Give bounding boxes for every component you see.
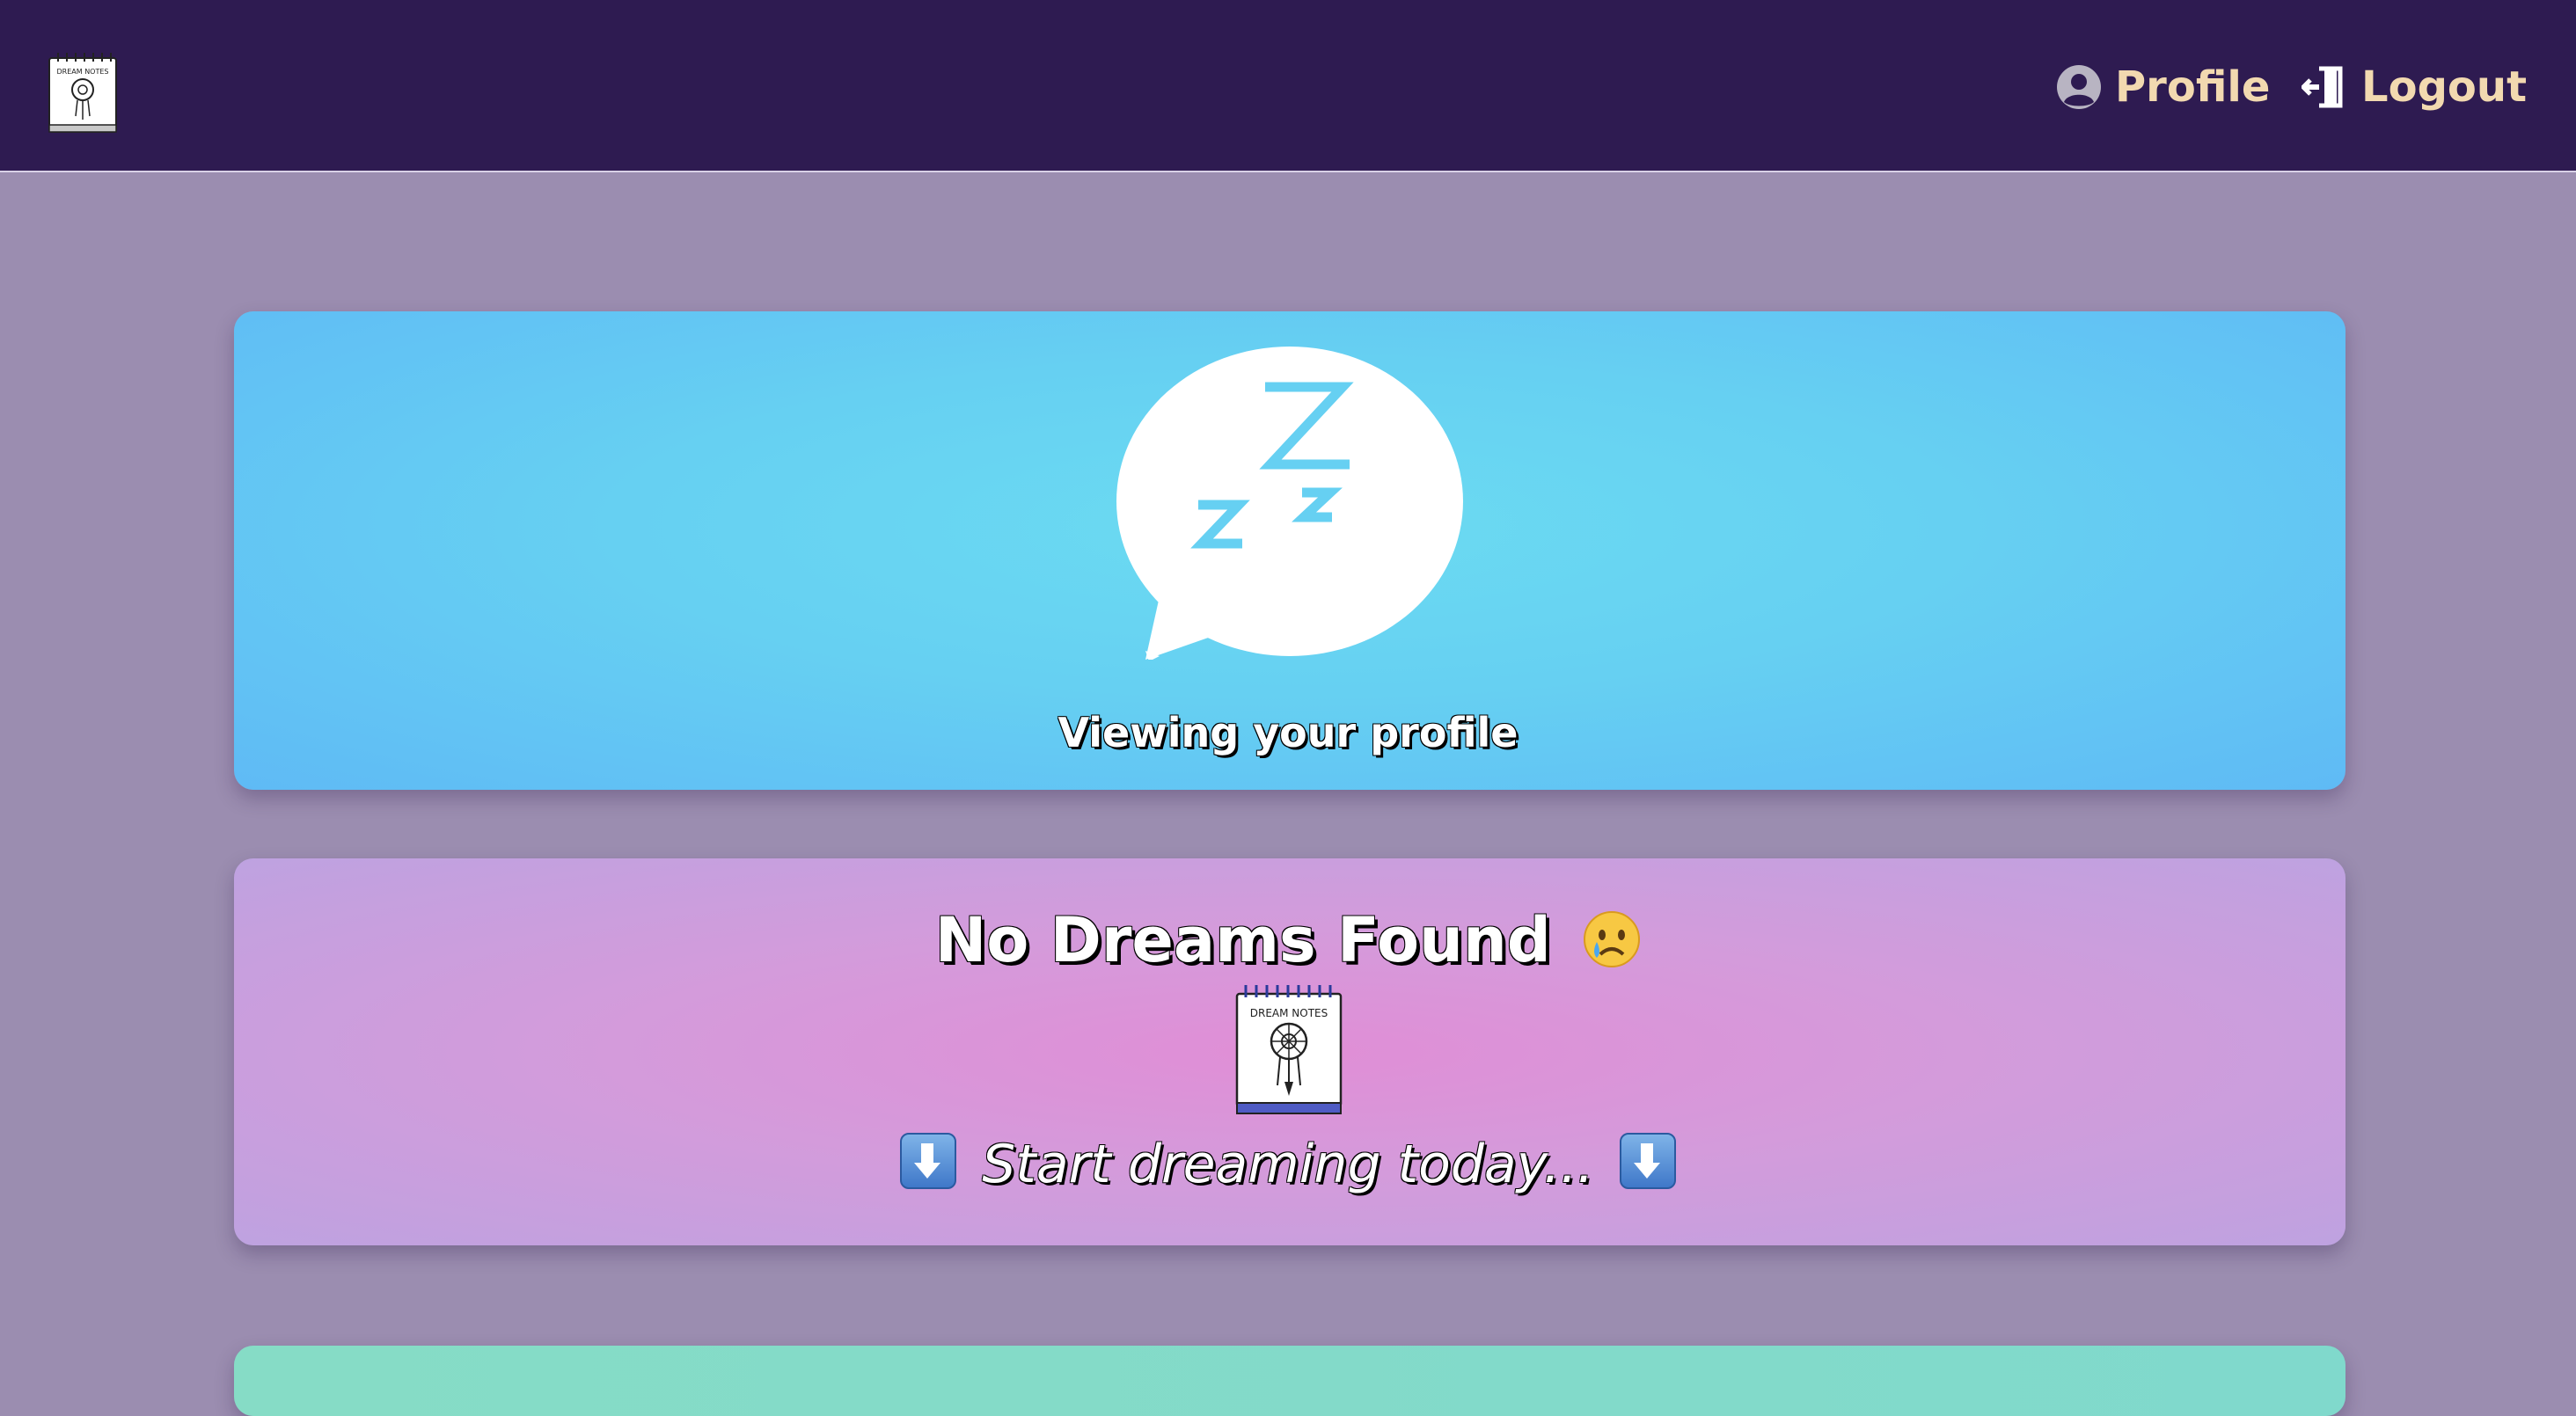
top-navbar: DREAM NOTES Profile Logout bbox=[0, 0, 2576, 172]
logout-nav-label: Logout bbox=[2361, 62, 2528, 112]
dream-notes-notebook-image: DREAM NOTES bbox=[1233, 983, 1344, 1117]
down-arrow-icon bbox=[900, 1133, 957, 1189]
logo-text: DREAM NOTES bbox=[57, 68, 109, 76]
logout-door-icon bbox=[2302, 63, 2349, 111]
dream-notes-logo[interactable]: DREAM NOTES bbox=[46, 51, 120, 135]
empty-state-title: No Dreams Found bbox=[934, 904, 1551, 976]
notebook-cover-text: DREAM NOTES bbox=[1250, 1007, 1328, 1019]
logout-nav-link[interactable]: Logout bbox=[2302, 55, 2527, 120]
sleeping-zzz-bubble-icon bbox=[1114, 343, 1466, 661]
empty-state-subtitle-row: Start dreaming today... bbox=[0, 1133, 2576, 1195]
profile-caption: Viewing your profile bbox=[1057, 709, 1519, 756]
next-section-card bbox=[234, 1346, 2345, 1416]
empty-state-subtitle: Start dreaming today... bbox=[982, 1134, 1594, 1195]
down-arrow-icon bbox=[1619, 1133, 1676, 1189]
profile-nav-link[interactable]: Profile bbox=[2055, 55, 2270, 120]
crying-face-icon bbox=[1583, 910, 1641, 968]
user-circle-icon bbox=[2055, 63, 2103, 111]
profile-nav-label: Profile bbox=[2115, 62, 2271, 112]
empty-state-heading: No Dreams Found bbox=[0, 904, 2576, 976]
